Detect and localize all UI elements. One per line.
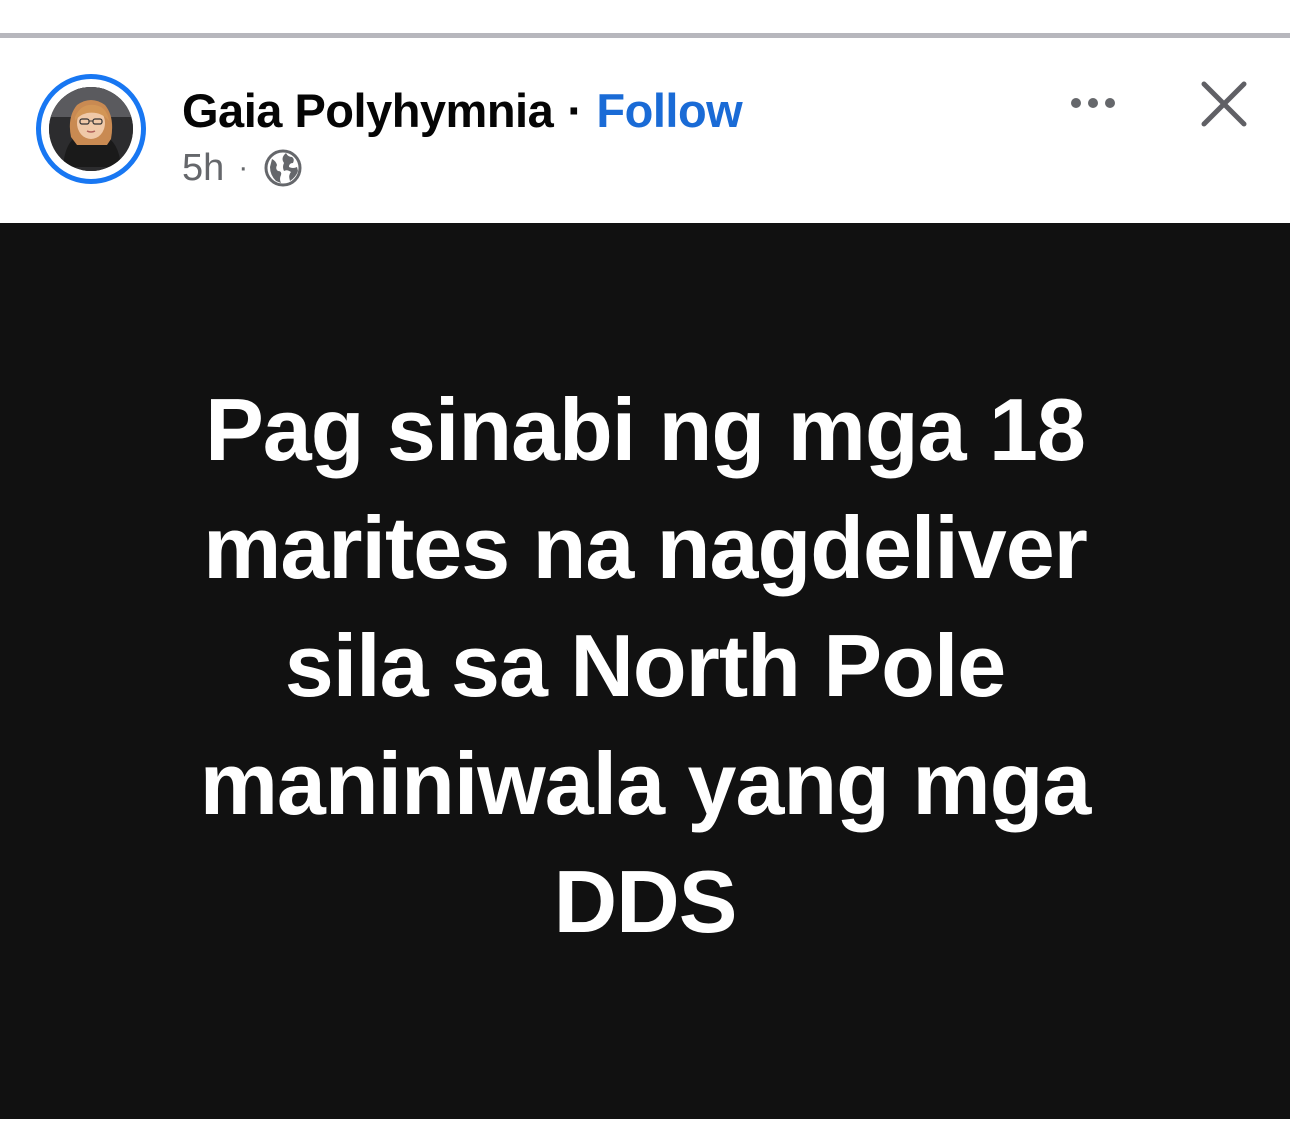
- author-name[interactable]: Gaia Polyhymnia: [182, 83, 554, 138]
- post-text-line: Pag sinabi ng mga 18: [205, 380, 1086, 479]
- post-text: Pag sinabi ng mga 18 marites na nagdeliv…: [60, 371, 1230, 961]
- author-line: Gaia Polyhymnia · Follow: [182, 82, 743, 138]
- post-text-line: sila sa North Pole: [284, 616, 1006, 715]
- globe-icon[interactable]: [262, 147, 304, 189]
- name-separator: ·: [567, 83, 583, 137]
- bottom-strip: [0, 1119, 1290, 1132]
- post-text-line: DDS: [553, 852, 738, 951]
- close-icon: [1201, 81, 1247, 127]
- avatar-photo: [49, 87, 133, 171]
- avatar[interactable]: [49, 87, 133, 171]
- post-text-line: marites na nagdeliver: [203, 498, 1088, 597]
- post-header: Gaia Polyhymnia · Follow 5h ·: [0, 38, 1290, 223]
- post-timestamp[interactable]: 5h: [182, 147, 224, 190]
- post-text-background: Pag sinabi ng mga 18 marites na nagdeliv…: [0, 223, 1290, 1119]
- avatar-ring[interactable]: [36, 74, 146, 184]
- more-options-button[interactable]: [1062, 78, 1124, 128]
- more-horizontal-icon: [1071, 98, 1115, 108]
- top-strip: [0, 0, 1290, 33]
- meta-separator: ·: [238, 151, 249, 184]
- close-button[interactable]: [1196, 76, 1252, 132]
- post-text-line: maniniwala yang mga: [199, 734, 1092, 833]
- post-meta: 5h ·: [182, 146, 304, 190]
- follow-button[interactable]: Follow: [596, 83, 742, 138]
